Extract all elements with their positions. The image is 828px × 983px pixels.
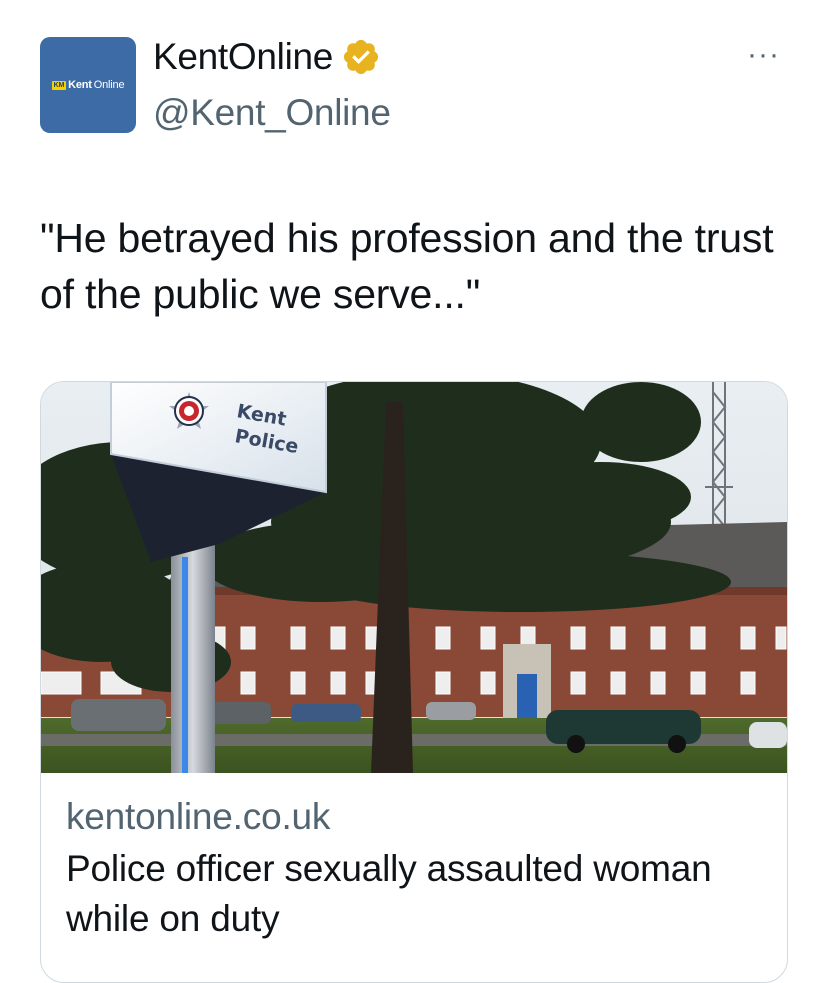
card-body: kentonline.co.uk Police officer sexually… (66, 792, 766, 944)
author-display-name[interactable]: KentOnline (153, 36, 333, 78)
more-options-button[interactable]: ··· (747, 40, 780, 70)
logo-text-regular: Online (93, 79, 125, 91)
tweet-text: "He betrayed his profession and the trus… (40, 215, 774, 317)
verified-badge-icon (343, 39, 379, 75)
card-image: Kent Police (41, 382, 787, 773)
logo-text-bold: Kent (68, 79, 92, 91)
link-preview-card[interactable]: Kent Police kentonline.co.uk Police offi… (40, 381, 788, 983)
logo-badge-km: KM (51, 80, 67, 90)
card-domain: kentonline.co.uk (66, 796, 331, 837)
kentonline-logo: KM Kent Online (51, 79, 125, 91)
sign-pole (171, 542, 215, 773)
author-name-row: KentOnline (153, 36, 381, 78)
card-title[interactable]: Police officer sexually assaulted woman … (66, 844, 766, 944)
avatar[interactable]: KM Kent Online (40, 37, 136, 133)
author-handle[interactable]: @Kent_Online (153, 92, 391, 134)
